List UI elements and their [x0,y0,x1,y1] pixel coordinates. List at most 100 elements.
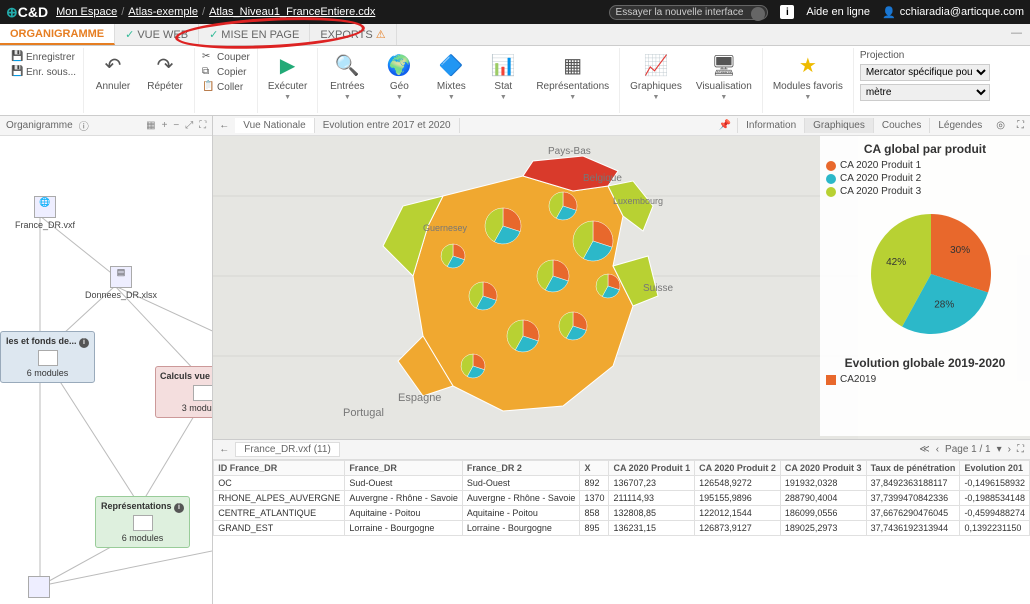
visualisation-button[interactable]: 🖥Visualisation▼ [692,50,756,102]
entrees-button[interactable]: 🔍Entrées▼ [324,50,370,102]
try-new-interface-toggle[interactable]: Essayer la nouvelle interface [609,5,769,20]
expand-icon[interactable]: ⛶ [1011,118,1030,133]
projection-label: Projection [860,50,990,61]
table-row[interactable]: OCSud-OuestSud-Ouest892136707,23126548,9… [214,476,1030,491]
column-header[interactable]: X [580,461,609,476]
legend-item: CA 2020 Produit 3 [826,186,1024,197]
organigramme-canvas[interactable]: 🌐France_DR.vxf ▤Donnees_DR.xlsx les et f… [0,136,212,604]
node-group[interactable]: Calculs vue natio... i3 modules [155,366,212,418]
representations-button[interactable]: ▦Représentations▼ [532,50,613,102]
unit-select[interactable]: mètre [860,84,990,101]
data-table-panel: ← France_DR.vxf (11) ≪ ‹ Page 1 / 1▾ › ⛶… [213,439,1030,604]
info-icon[interactable]: i [780,5,794,19]
tab-legendes[interactable]: Légendes [929,118,990,133]
legend-item: CA 2020 Produit 2 [826,173,1024,184]
save-button[interactable]: 💾Enregistrer [10,50,77,64]
favorites-button[interactable]: ★Modules favoris▼ [769,50,847,102]
globe-icon: 🌍 [385,51,413,79]
column-header[interactable]: CA 2020 Produit 3 [780,461,866,476]
column-header[interactable]: ID France_DR [214,461,345,476]
node-group[interactable]: Représentations i6 modules [95,496,190,548]
execute-button[interactable]: ▶Exécuter▼ [264,50,311,102]
column-header[interactable]: France_DR [345,461,463,476]
chart-icon: 📈 [642,51,670,79]
breadcrumb-item[interactable]: Atlas_Niveau1_FranceEntiere.cdx [209,6,375,18]
table-tab[interactable]: France_DR.vxf (11) [235,442,340,457]
undo-icon: ↶ [99,51,127,79]
tab-graphiques[interactable]: Graphiques [804,118,873,133]
breadcrumb-item[interactable]: Mon Espace [56,6,117,18]
pager-next-icon[interactable]: › [1008,444,1011,455]
svg-text:42%: 42% [886,257,906,268]
panel-title: Organigramme [6,120,73,131]
column-header[interactable]: Evolution 201 [960,461,1030,476]
ribbon-toolbar: 💾Enregistrer 💾Enr. sous... ↶Annuler ↷Rép… [0,46,1030,116]
tab-vue-web[interactable]: ✓VUE WEB [115,24,199,45]
subchart-title: Evolution globale 2019-2020 [826,356,1024,370]
chart-title: CA global par produit [826,142,1024,156]
svg-text:Espagne: Espagne [398,392,441,404]
tab-information[interactable]: Information [737,118,804,133]
file-icon: 🌐 [34,196,56,218]
stat-button[interactable]: 📊Stat▼ [480,50,526,102]
xlsx-icon: ▤ [110,266,132,288]
pin-icon[interactable]: 📌 [713,118,737,133]
cut-button[interactable]: ✂Couper [201,50,251,64]
chart-panel: CA global par produit CA 2020 Produit 1C… [820,136,1030,436]
column-header[interactable]: CA 2020 Produit 2 [695,461,781,476]
projection-select[interactable]: Mercator spécifique pou... [860,64,990,81]
tab-couches[interactable]: Couches [873,118,929,133]
collapse-ribbon-icon[interactable]: — [1003,24,1030,45]
tab-exports[interactable]: EXPORTS⚠ [310,24,396,45]
map-tab[interactable]: Vue Nationale [235,118,314,133]
redo-button[interactable]: ↷Répéter [142,50,188,93]
target-icon[interactable]: ◎ [990,118,1011,133]
pager-prev-icon[interactable]: ‹ [936,444,939,455]
svg-text:Luxembourg: Luxembourg [613,196,663,206]
data-table[interactable]: ID France_DRFrance_DRFrance_DR 2XCA 2020… [213,460,1030,604]
pager-first-icon[interactable]: ≪ [919,444,929,455]
node-module[interactable] [28,576,50,600]
add-icon[interactable]: + [162,120,168,131]
table-row[interactable]: CENTRE_ATLANTIQUEAquitaine - PoitouAquit… [214,506,1030,521]
undo-button[interactable]: ↶Annuler [90,50,136,93]
column-header[interactable]: France_DR 2 [462,461,580,476]
graphiques-button[interactable]: 📈Graphiques▼ [626,50,686,102]
grid-icon[interactable]: ▦ [146,120,155,131]
back-icon[interactable]: ← [219,444,229,455]
remove-icon[interactable]: − [173,120,179,131]
expand-icon[interactable]: ⛶ [1017,444,1024,455]
stat-icon: 📊 [489,51,517,79]
node-file[interactable]: 🌐France_DR.vxf [15,196,75,230]
back-icon[interactable]: ← [213,120,235,131]
top-bar: ⊕C&D Mon Espace/ Atlas-exemple/ Atlas_Ni… [0,0,1030,24]
mixtes-button[interactable]: 🔷Mixtes▼ [428,50,474,102]
fit-icon[interactable]: ⤢ [185,120,193,131]
tab-organigramme[interactable]: ORGANIGRAMME [0,24,115,45]
search-icon: 🔍 [333,51,361,79]
breadcrumb: Mon Espace/ Atlas-exemple/ Atlas_Niveau1… [56,6,375,18]
map-tab[interactable]: Evolution entre 2017 et 2020 [315,118,460,133]
map-viewport[interactable]: Pays-Bas Belgique Luxembourg Suisse Espa… [213,136,1030,439]
node-file[interactable]: ▤Donnees_DR.xlsx [85,266,157,300]
svg-text:28%: 28% [934,299,954,310]
info-icon[interactable]: ⓘ [79,118,89,133]
column-header[interactable]: Taux de pénétration [866,461,960,476]
node-group[interactable]: les et fonds de... i6 modules [0,331,95,383]
expand-icon[interactable]: ⛶ [199,120,206,131]
user-menu[interactable]: 👤 cchiaradia@articque.com [882,6,1024,19]
tab-mise-en-page[interactable]: ✓MISE EN PAGE [199,24,310,45]
play-icon: ▶ [274,51,302,79]
copy-button[interactable]: ⧉Copier [201,65,251,79]
breadcrumb-item[interactable]: Atlas-exemple [128,6,198,18]
pager-label: Page 1 / 1 [945,444,991,455]
save-as-button[interactable]: 💾Enr. sous... [10,65,77,79]
table-row[interactable]: RHONE_ALPES_AUVERGNEAuvergne - Rhône - S… [214,491,1030,506]
geo-button[interactable]: 🌍Géo▼ [376,50,422,102]
paste-button[interactable]: 📋Coller [201,80,251,94]
svg-text:Pays-Bas: Pays-Bas [548,146,591,157]
table-row[interactable]: GRAND_ESTLorraine - BourgogneLorraine - … [214,521,1030,536]
svg-text:Suisse: Suisse [643,283,673,294]
column-header[interactable]: CA 2020 Produit 1 [609,461,695,476]
help-link[interactable]: Aide en ligne [806,6,870,18]
